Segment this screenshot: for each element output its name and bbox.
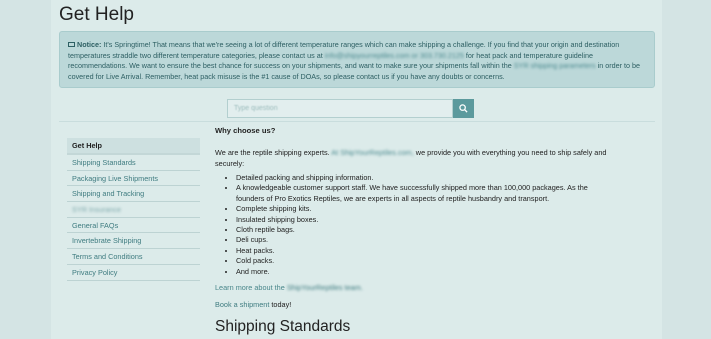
envelope-icon [68, 42, 75, 47]
intro-text: We are the reptile shipping experts. [215, 148, 330, 157]
sidebar-item-label: Privacy Policy [72, 267, 118, 277]
intro-paragraph: We are the reptile shipping experts. At … [215, 148, 610, 169]
team-link[interactable]: ShipYourReptiles team. [287, 283, 363, 292]
sidebar-item-label: Terms and Conditions [72, 252, 143, 262]
notice-label: Notice: [77, 40, 102, 49]
book-line: Book a shipment today! [215, 300, 610, 311]
sidebar-item-label: SYR Insurance [72, 205, 122, 215]
sidebar-item-invertebrate-shipping[interactable]: Invertebrate Shipping [67, 233, 200, 250]
sidebar-item-shipping-and-tracking[interactable]: Shipping and Tracking [67, 186, 200, 203]
shipping-standards-title: Shipping Standards [215, 318, 351, 335]
sidebar-item-label: Packaging Live Shipments [72, 173, 158, 183]
list-item: And more. [236, 267, 610, 277]
notice-contact-link[interactable]: info@shipyourreptiles.com or 303.730.212… [325, 51, 464, 60]
search-bar [227, 99, 474, 118]
section-heading: Why choose us? [215, 126, 276, 135]
sidebar-item-label: Invertebrate Shipping [72, 236, 142, 246]
search-input[interactable] [227, 99, 453, 118]
features-list: Detailed packing and shipping informatio… [236, 173, 610, 277]
search-icon [459, 104, 468, 113]
book-text: today! [271, 299, 292, 309]
sidebar-item-get-help[interactable]: Get Help [67, 138, 200, 155]
notice-parameters-link[interactable]: SYR shipping parameters [514, 61, 596, 70]
sidebar-item-label: Shipping Standards [72, 158, 136, 167]
sidebar-item-packaging-live-shipments[interactable]: Packaging Live Shipments [67, 171, 200, 187]
learn-more-text: Learn more about the [215, 283, 285, 293]
sidebar-nav: Get Help Shipping Standards Packaging Li… [67, 138, 200, 281]
divider [59, 121, 655, 122]
search-button[interactable] [453, 99, 474, 118]
sidebar-item-shipping-standards[interactable]: Shipping Standards [67, 155, 200, 171]
sidebar-item-insurance[interactable]: SYR Insurance [67, 202, 200, 218]
sidebar-item-label: General FAQs [72, 220, 119, 230]
list-item: A knowledgeable customer support staff. … [236, 183, 610, 204]
list-item: Cloth reptile bags. [236, 225, 610, 235]
sidebar-item-terms-and-conditions[interactable]: Terms and Conditions [67, 249, 200, 265]
sidebar-item-privacy-policy[interactable]: Privacy Policy [67, 265, 200, 281]
sidebar-item-label: Shipping and Tracking [72, 189, 145, 199]
main-content: Why choose us? We are the reptile shippi… [215, 125, 610, 310]
list-item: Deli cups. [236, 235, 610, 245]
sidebar-item-label: Get Help [72, 141, 103, 150]
list-item: Cold packs. [236, 256, 610, 266]
book-shipment-link[interactable]: Book a shipment [215, 300, 269, 309]
list-item: Heat packs. [236, 246, 610, 256]
list-item: Insulated shipping boxes. [236, 215, 610, 225]
page-container: Get Help Notice: It's Springtime! That m… [51, 0, 662, 339]
sidebar-item-general-faqs[interactable]: General FAQs [67, 218, 200, 234]
learn-more-line: Learn more about the ShipYourReptiles te… [215, 283, 610, 294]
notice-alert: Notice: It's Springtime! That means that… [59, 31, 655, 88]
page-title: Get Help [59, 4, 134, 25]
list-item: Detailed packing and shipping informatio… [236, 173, 610, 183]
site-link[interactable]: At ShipYourReptiles.com, [331, 148, 413, 157]
list-item: Complete shipping kits. [236, 204, 610, 214]
